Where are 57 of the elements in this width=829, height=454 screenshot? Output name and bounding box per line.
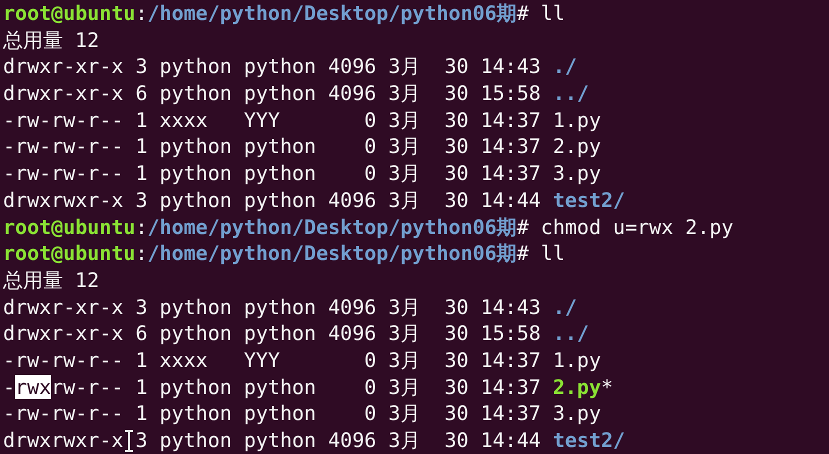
command-text: ll	[540, 1, 565, 25]
permissions-text: drwxrwxr-x	[3, 188, 124, 212]
permissions-text: drwxr-xr-x	[3, 294, 124, 319]
file-info-text: 6 python python 4096 3月 30 15:58	[135, 321, 541, 346]
file-name: test2/	[552, 188, 626, 212]
file-info-text: 1 xxxx YYY 0 3月 30 14:37	[135, 348, 541, 372]
prompt-separator: :	[135, 241, 148, 266]
output-text: 总用量 12	[3, 28, 100, 52]
file-name: 1.py	[552, 108, 601, 132]
file-name: 3.py	[552, 401, 601, 426]
permissions-text: drwxr-xr-x	[3, 54, 124, 78]
file-info-text: 3 python python 4096 3月 30 14:43	[135, 294, 541, 319]
file-info-text: 1 python python 0 3月 30 14:37	[135, 401, 541, 426]
output-text: 总用量 12	[3, 268, 100, 292]
permissions-text: drwxr-xr-x	[3, 321, 124, 346]
prompt-path: /home/python/Desktop/python06期	[148, 1, 517, 25]
prompt-path: /home/python/Desktop/python06期	[148, 241, 517, 266]
prompt-user-host: root@ubuntu	[3, 214, 136, 238]
command-text: chmod u=rwx 2.py	[540, 214, 734, 238]
prompt-separator: :	[135, 214, 148, 238]
permissions-text: -rw-rw-r--	[3, 161, 124, 186]
permissions-text: -rw-rw-r--	[3, 401, 124, 426]
prompt-path: /home/python/Desktop/python06期	[148, 214, 517, 238]
file-name: ./	[552, 54, 577, 78]
file-info-text: 1 python python 0 3月 30 14:37	[135, 374, 541, 399]
file-name: 1.py	[552, 348, 601, 372]
file-name: ./	[552, 294, 577, 319]
selected-text: rwx	[15, 374, 52, 399]
prompt-symbol: #	[516, 1, 529, 25]
permissions-text: -rw-rw-r--	[3, 108, 124, 132]
file-info-text: 3 python python 4096 3月 30 14:43	[135, 54, 541, 78]
permissions-text: drwxrwxr-x	[3, 428, 124, 452]
file-name: 3.py	[552, 161, 601, 186]
executable-marker: *	[601, 374, 614, 399]
prompt-symbol: #	[516, 214, 529, 238]
text-cursor-icon	[124, 430, 134, 452]
file-name: 2.py	[552, 134, 601, 158]
file-info-text: 1 xxxx YYY 0 3月 30 14:37	[135, 108, 541, 132]
permissions-text: drwxr-xr-x	[3, 81, 124, 106]
permissions-text: rw-r--	[51, 374, 124, 399]
file-info-text: 3 python python 4096 3月 30 14:44	[135, 428, 541, 452]
permissions-text: -	[3, 374, 16, 399]
permissions-text: -rw-rw-r--	[3, 134, 124, 158]
prompt-symbol: #	[516, 241, 529, 266]
file-name: test2/	[552, 428, 626, 452]
file-name: ../	[552, 81, 589, 106]
permissions-text: -rw-rw-r--	[3, 348, 124, 372]
file-info-text: 1 python python 0 3月 30 14:37	[135, 134, 541, 158]
file-name: 2.py	[552, 374, 601, 399]
prompt-user-host: root@ubuntu	[3, 1, 136, 25]
file-info-text: 3 python python 4096 3月 30 14:44	[135, 188, 541, 212]
file-info-text: 1 python python 0 3月 30 14:37	[135, 161, 541, 186]
file-info-text: 6 python python 4096 3月 30 15:58	[135, 81, 541, 106]
prompt-user-host: root@ubuntu	[3, 241, 136, 266]
command-text: ll	[540, 241, 565, 266]
prompt-separator: :	[135, 1, 148, 25]
file-name: ../	[552, 321, 589, 346]
